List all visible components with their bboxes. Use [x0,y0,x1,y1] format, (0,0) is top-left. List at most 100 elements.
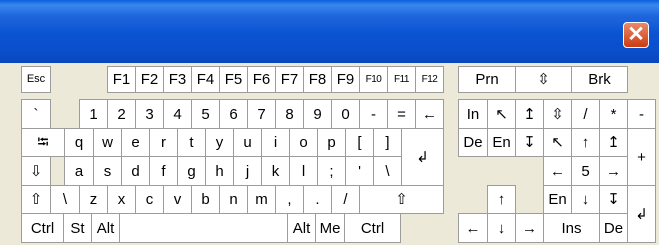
key-h[interactable]: h [205,156,234,186]
key-o[interactable]: o [289,128,318,157]
key-f8[interactable]: F8 [303,66,332,93]
key-g[interactable]: g [177,156,206,186]
key-left-bracket[interactable]: [ [345,128,374,157]
key-u[interactable]: u [233,128,262,157]
key-space[interactable] [119,213,288,243]
key-numpad-6[interactable]: → [599,156,628,186]
key-x[interactable]: x [107,185,136,214]
key-numpad-3[interactable]: ↧ [599,185,628,214]
key-f3[interactable]: F3 [163,66,192,93]
key-a[interactable]: a [64,156,94,186]
key-left-alt[interactable]: Alt [91,213,120,243]
key-z[interactable]: z [79,185,108,214]
key-scroll-lock[interactable]: ⇳ [515,66,572,93]
key-f7[interactable]: F7 [275,66,304,93]
key-backslash[interactable]: \ [373,156,402,186]
key-f2[interactable]: F2 [135,66,164,93]
key-0[interactable]: 0 [331,99,360,129]
key-9[interactable]: 9 [303,99,332,129]
key-r[interactable]: r [149,128,178,157]
close-button[interactable]: ✕ [623,22,649,48]
key-k[interactable]: k [261,156,290,186]
key-right-shift[interactable]: ⇧ [359,185,444,214]
key-equals[interactable]: = [387,99,416,129]
key-arrow-up[interactable]: ↑ [487,185,516,214]
key-w[interactable]: w [93,128,122,157]
key-5[interactable]: 5 [191,99,220,129]
key-l[interactable]: l [289,156,318,186]
title-bar[interactable]: ✕ [0,0,659,63]
key-f4[interactable]: F4 [191,66,220,93]
key-v[interactable]: v [163,185,192,214]
key-caps-lock[interactable]: ⇩ [21,156,51,186]
key-f10[interactable]: F10 [359,66,388,93]
key-f9[interactable]: F9 [331,66,360,93]
key-semicolon[interactable]: ; [317,156,346,186]
key-numpad-decimal[interactable]: De [599,213,628,243]
key-break[interactable]: Brk [571,66,628,93]
key-7[interactable]: 7 [247,99,276,129]
key-f11[interactable]: F11 [387,66,416,93]
key-d[interactable]: d [121,156,150,186]
key-j[interactable]: j [233,156,262,186]
key-f5[interactable]: F5 [219,66,248,93]
key-numpad-5[interactable]: 5 [571,156,600,186]
key-2[interactable]: 2 [107,99,136,129]
key-home[interactable]: ↖ [487,99,516,129]
key-backtick[interactable]: ` [21,99,51,129]
key-numpad-2[interactable]: ↓ [571,185,600,214]
key-slash[interactable]: / [331,185,360,214]
key-1[interactable]: 1 [79,99,108,129]
key-m[interactable]: m [247,185,276,214]
key-4[interactable]: 4 [163,99,192,129]
key-numpad-subtract[interactable]: - [627,99,656,129]
key-y[interactable]: y [205,128,234,157]
key-end[interactable]: En [487,128,516,157]
key-period[interactable]: . [303,185,332,214]
key-tab[interactable]: ⭾ [21,128,65,157]
key-s[interactable]: s [93,156,122,186]
key-q[interactable]: q [64,128,94,157]
key-p[interactable]: p [317,128,346,157]
key-backslash-extra[interactable]: \ [50,185,80,214]
key-numpad-add[interactable]: + [627,128,656,186]
key-t[interactable]: t [177,128,206,157]
key-c[interactable]: c [135,185,164,214]
key-arrow-right[interactable]: → [515,213,544,243]
key-start[interactable]: St [63,213,92,243]
key-quote[interactable]: ' [345,156,374,186]
key-comma[interactable]: , [275,185,304,214]
key-numpad-divide[interactable]: / [571,99,600,129]
key-b[interactable]: b [191,185,220,214]
key-f[interactable]: f [149,156,178,186]
key-arrow-left[interactable]: ← [458,213,488,243]
key-3[interactable]: 3 [135,99,164,129]
key-insert[interactable]: In [458,99,488,129]
key-numpad-7[interactable]: ↖ [543,128,572,157]
key-e[interactable]: e [121,128,150,157]
key-numpad-1[interactable]: En [543,185,572,214]
key-page-up[interactable]: ↥ [515,99,544,129]
key-f12[interactable]: F12 [415,66,444,93]
key-enter[interactable]: ↲ [401,128,444,186]
key-print-screen[interactable]: Prn [458,66,516,93]
key-numpad-9[interactable]: ↥ [599,128,628,157]
key-f1[interactable]: F1 [107,66,136,93]
key-8[interactable]: 8 [275,99,304,129]
key-backspace[interactable]: ← [415,99,444,129]
key-f6[interactable]: F6 [247,66,276,93]
key-numpad-4[interactable]: ← [543,156,572,186]
key-i[interactable]: i [261,128,290,157]
key-right-ctrl[interactable]: Ctrl [344,213,401,243]
key-esc[interactable]: Esc [21,66,51,93]
key-right-alt[interactable]: Alt [287,213,316,243]
key-left-shift[interactable]: ⇧ [21,185,51,214]
key-num-lock[interactable]: ⇳ [543,99,572,129]
key-n[interactable]: n [219,185,248,214]
key-numpad-multiply[interactable]: * [599,99,628,129]
key-left-ctrl[interactable]: Ctrl [21,213,64,243]
key-numpad-enter[interactable]: ↲ [627,185,656,243]
key-delete[interactable]: De [458,128,488,157]
key-menu[interactable]: Me [315,213,345,243]
key-page-down[interactable]: ↧ [515,128,544,157]
